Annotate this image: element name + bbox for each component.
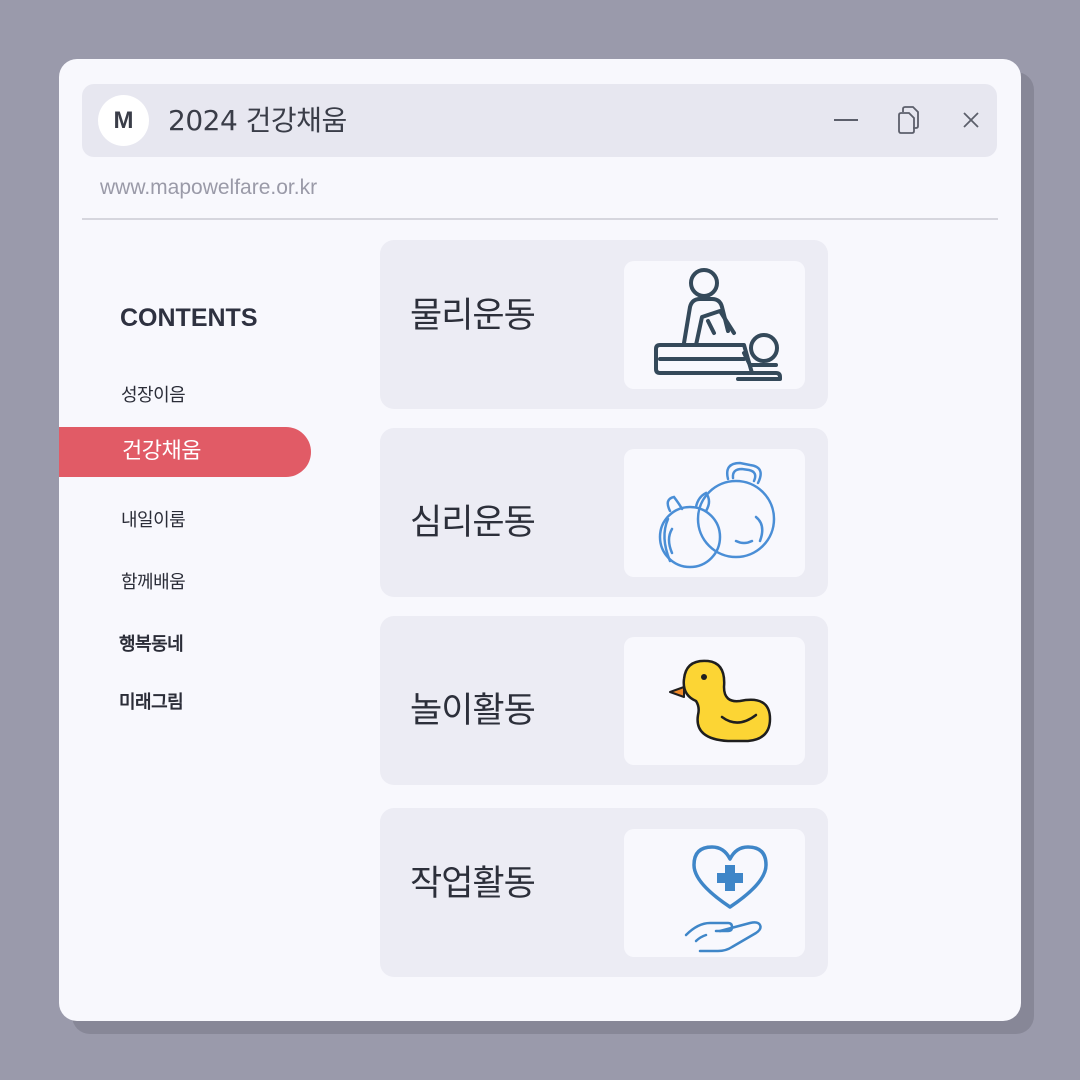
card-label: 놀이활동 <box>410 691 536 731</box>
minimize-icon <box>834 119 858 121</box>
card-play-activity[interactable]: 놀이활동 <box>380 616 828 785</box>
app-logo: M <box>98 95 149 146</box>
heart-care-hand-icon <box>684 845 768 953</box>
card-thumbnail <box>624 637 805 765</box>
sidebar-item-growth[interactable]: 성장이음 <box>121 381 186 407</box>
contents-heading: CONTENTS <box>120 304 258 332</box>
sidebar-item-label: 건강채움 <box>122 439 201 464</box>
massage-therapy-icon <box>654 268 782 381</box>
card-thumbnail <box>624 261 805 389</box>
close-icon <box>963 112 979 128</box>
app-window: M 2024 건강채움 www.mapowelfare.or.kr CONTEN… <box>59 59 1021 1021</box>
card-label: 물리운동 <box>410 296 536 336</box>
card-thumbnail <box>624 449 805 577</box>
restore-button[interactable] <box>892 102 928 138</box>
title-bar: M 2024 건강채움 <box>82 84 997 157</box>
card-label: 심리운동 <box>410 503 536 543</box>
copy-window-icon <box>898 106 919 134</box>
sidebar-item-learning[interactable]: 함께배움 <box>121 568 186 594</box>
card-thumbnail <box>624 829 805 957</box>
card-label: 작업활동 <box>410 864 536 904</box>
sidebar-item-community[interactable]: 행복동네 <box>119 630 184 656</box>
window-title: 2024 건강채움 <box>168 104 347 137</box>
rubber-duck-icon <box>669 659 772 743</box>
sidebar-item-tomorrow[interactable]: 내일이룸 <box>121 506 186 532</box>
sidebar-item-future[interactable]: 미래그림 <box>119 688 184 714</box>
close-button[interactable] <box>953 102 989 138</box>
sidebar-item-health-active[interactable]: 건강채움 <box>59 427 311 477</box>
minimize-button[interactable] <box>828 102 864 138</box>
url-text: www.mapowelfare.or.kr <box>100 176 318 199</box>
header-divider <box>82 218 998 220</box>
card-physical-exercise[interactable]: 물리운동 <box>380 240 828 409</box>
card-work-activity[interactable]: 작업활동 <box>380 808 828 977</box>
card-psychological-exercise[interactable]: 심리운동 <box>380 428 828 597</box>
exercise-balls-icon <box>658 461 776 569</box>
